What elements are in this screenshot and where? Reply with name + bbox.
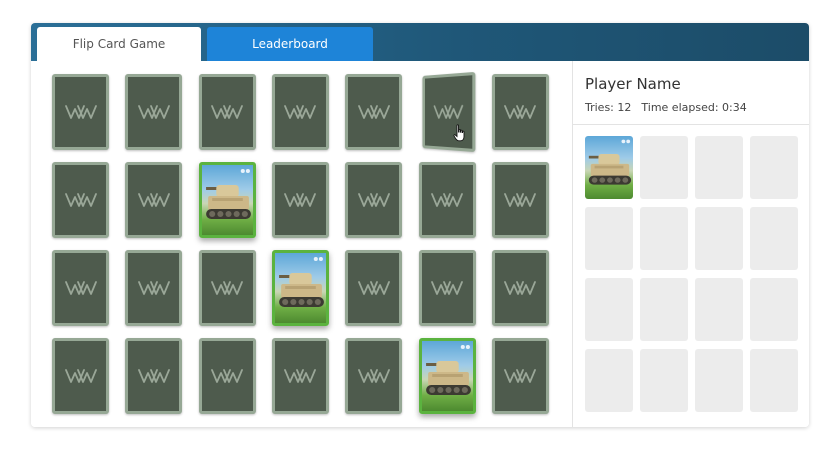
ww-logo-icon xyxy=(357,281,390,295)
card-face-down[interactable] xyxy=(125,250,183,326)
tab-bar: Flip Card Game Leaderboard xyxy=(31,23,809,61)
card-face-down[interactable] xyxy=(52,250,109,326)
tank-icon xyxy=(588,139,632,185)
time-elapsed: Time elapsed: 0:34 xyxy=(641,101,747,114)
ww-logo-icon xyxy=(211,281,243,295)
matched-card-slot xyxy=(695,278,743,341)
ww-logo-icon xyxy=(357,369,390,383)
card-face-up[interactable] xyxy=(271,250,329,326)
card-face-up[interactable] xyxy=(198,162,256,238)
card-face-up[interactable] xyxy=(418,338,476,414)
matched-card-slot xyxy=(695,136,743,199)
card-face-down[interactable] xyxy=(418,250,476,326)
matched-card-slot xyxy=(750,278,798,341)
tab-label: Leaderboard xyxy=(252,37,328,51)
ww-logo-icon xyxy=(64,281,97,295)
card-face-down[interactable] xyxy=(345,162,403,238)
card-face-down[interactable] xyxy=(345,250,403,326)
card-face-down[interactable] xyxy=(52,74,109,150)
matched-card-slot xyxy=(585,207,633,270)
card-face-down[interactable] xyxy=(198,74,256,150)
ww-logo-icon xyxy=(137,281,170,295)
matched-card-slot-filled xyxy=(585,136,633,199)
card-face-down[interactable] xyxy=(271,338,329,414)
ww-logo-icon xyxy=(284,369,317,383)
matched-card-slot xyxy=(585,349,633,412)
ww-logo-icon xyxy=(504,281,537,295)
tank-icon xyxy=(278,257,324,307)
tab-flip-card-game[interactable]: Flip Card Game xyxy=(37,27,201,61)
card-face-down[interactable] xyxy=(345,74,403,150)
ww-logo-icon xyxy=(137,105,170,119)
ww-logo-icon xyxy=(504,105,537,119)
ww-logo-icon xyxy=(432,103,464,122)
ww-logo-icon xyxy=(137,369,170,383)
card-face-down[interactable] xyxy=(52,162,109,238)
card-face-down[interactable] xyxy=(491,74,549,150)
tank-icon xyxy=(205,169,251,219)
card-face-down[interactable] xyxy=(198,338,256,414)
matched-card-slot xyxy=(750,349,798,412)
card-face-down[interactable] xyxy=(345,338,403,414)
matched-card-slot xyxy=(695,207,743,270)
player-stats: Tries: 12 Time elapsed: 0:34 xyxy=(585,101,747,114)
matched-card-slot xyxy=(695,349,743,412)
game-window: Flip Card Game Leaderboard Player Name T… xyxy=(31,23,809,427)
matched-card-slot xyxy=(640,278,688,341)
matched-card-slot xyxy=(750,136,798,199)
ww-logo-icon xyxy=(284,105,317,119)
tab-leaderboard[interactable]: Leaderboard xyxy=(207,27,373,61)
ww-logo-icon xyxy=(211,369,243,383)
panel-divider xyxy=(573,124,809,125)
hand-cursor-icon xyxy=(453,124,465,142)
ww-logo-icon xyxy=(64,105,97,119)
matched-card-slot xyxy=(640,349,688,412)
card-face-down[interactable] xyxy=(198,250,256,326)
ww-logo-icon xyxy=(64,193,97,207)
card-face-down[interactable] xyxy=(125,162,183,238)
player-name: Player Name xyxy=(585,75,681,93)
card-face-down[interactable] xyxy=(271,162,329,238)
matched-card-slot xyxy=(585,278,633,341)
card-face-down[interactable] xyxy=(52,338,109,414)
card-face-down[interactable] xyxy=(491,162,549,238)
matched-card-slot xyxy=(640,207,688,270)
player-panel: Player Name Tries: 12 Time elapsed: 0:34 xyxy=(572,61,809,427)
ww-logo-icon xyxy=(357,105,390,119)
card-face-down[interactable] xyxy=(491,338,549,414)
ww-logo-icon xyxy=(504,369,537,383)
tab-label: Flip Card Game xyxy=(72,37,166,51)
ww-logo-icon xyxy=(64,369,97,383)
ww-logo-icon xyxy=(431,281,463,295)
ww-logo-icon xyxy=(357,193,390,207)
ww-logo-icon xyxy=(284,193,317,207)
card-board xyxy=(31,61,572,427)
matched-card-slot xyxy=(750,207,798,270)
ww-logo-icon xyxy=(431,193,463,207)
card-face-down[interactable] xyxy=(125,74,183,150)
tank-icon xyxy=(425,345,471,395)
card-face-down[interactable] xyxy=(271,74,329,150)
card-face-down[interactable] xyxy=(125,338,183,414)
ww-logo-icon xyxy=(211,105,243,119)
card-face-down[interactable] xyxy=(418,162,476,238)
ww-logo-icon xyxy=(137,193,170,207)
tries-count: Tries: 12 xyxy=(585,101,632,114)
matched-card-slot xyxy=(640,136,688,199)
card-face-down[interactable] xyxy=(491,250,549,326)
ww-logo-icon xyxy=(504,193,537,207)
